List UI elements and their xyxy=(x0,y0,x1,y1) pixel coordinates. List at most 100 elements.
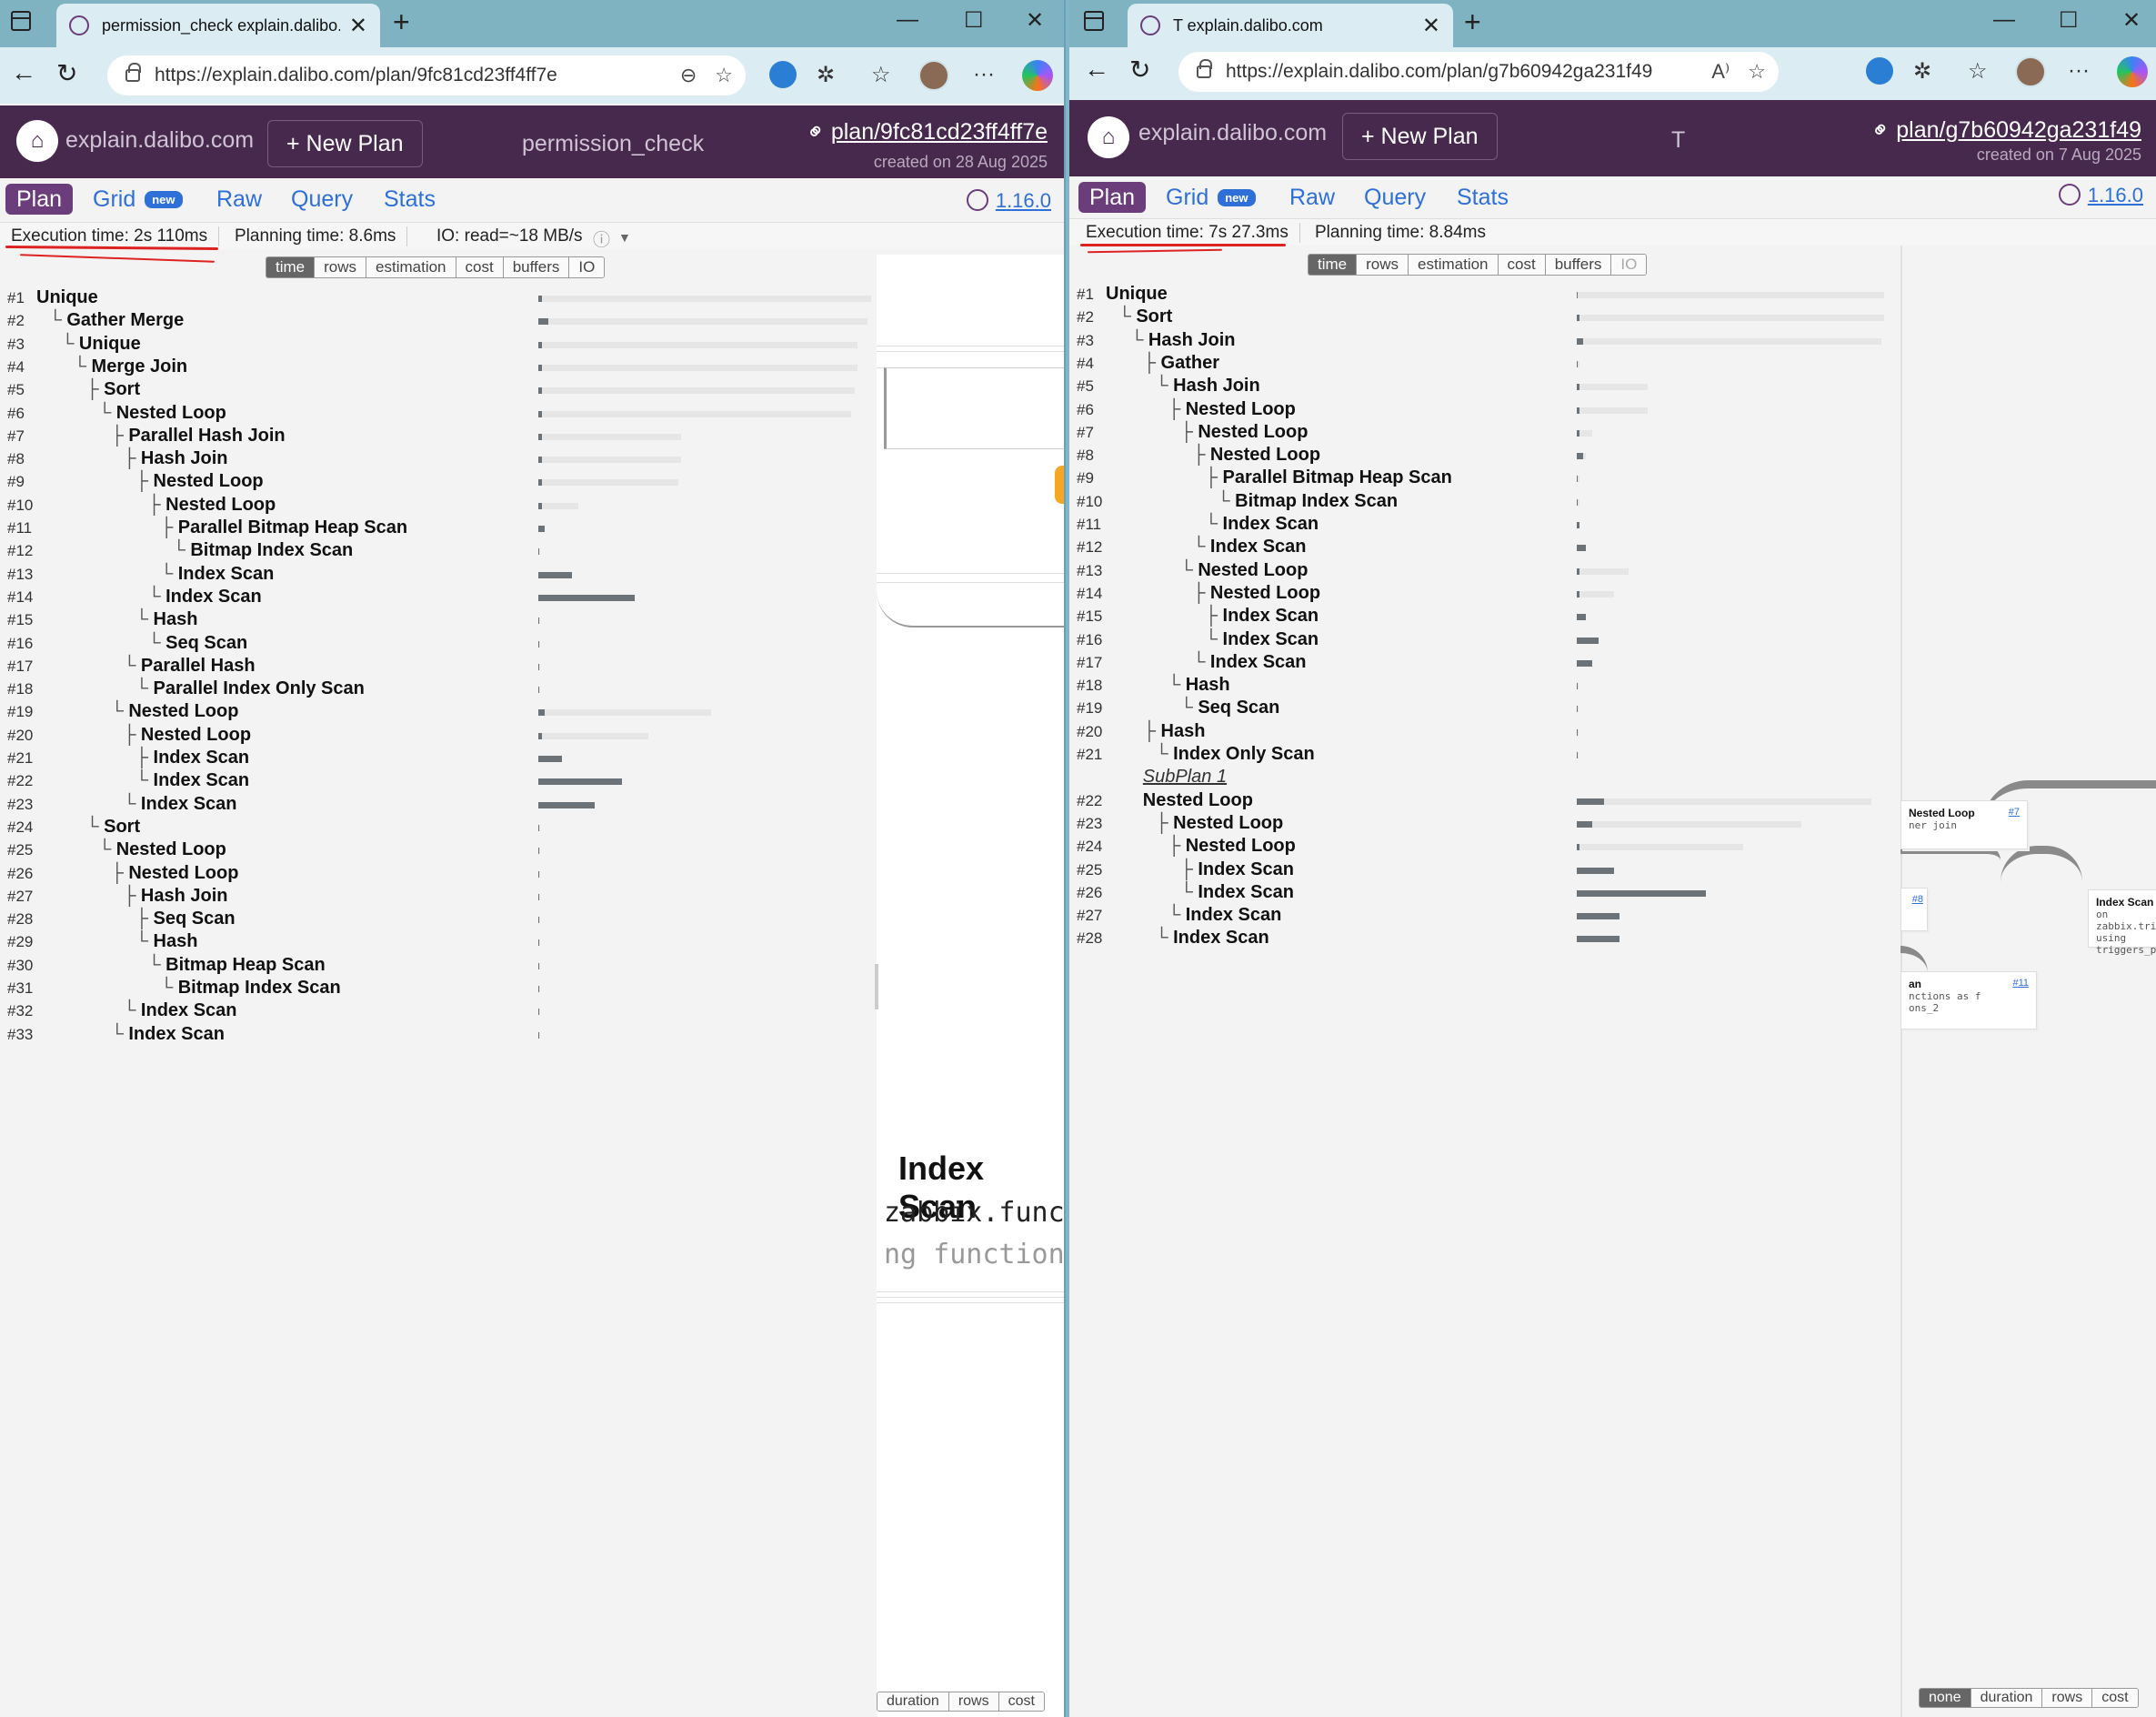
node-name[interactable]: └ Nested Loop xyxy=(111,701,239,722)
brand-name[interactable]: explain.dalibo.com xyxy=(65,127,254,154)
node-name[interactable]: ├ Nested Loop xyxy=(1168,836,1296,857)
node-name[interactable]: └ Seq Scan xyxy=(147,633,247,654)
plan-node-row[interactable]: #27 ├ Hash Join xyxy=(0,886,873,909)
tab-actions-icon[interactable] xyxy=(11,11,31,31)
plan-node-row[interactable]: #17 └ Index Scan xyxy=(1069,652,1888,675)
metric-button-cost[interactable]: cost xyxy=(456,257,504,277)
plan-node-row[interactable]: #9 ├ Nested Loop xyxy=(0,471,873,494)
plan-node-row[interactable]: #20 ├ Hash xyxy=(1069,721,1888,744)
node-name[interactable]: └ Index Only Scan xyxy=(1155,744,1314,765)
plan-node-row[interactable]: #28 ├ Seq Scan xyxy=(0,909,873,931)
node-name[interactable]: Nested Loop xyxy=(1143,790,1253,811)
browser-tab[interactable]: permission_check explain.dalibo.c ✕ xyxy=(56,4,380,47)
plan-node-row[interactable]: #28 └ Index Scan xyxy=(1069,928,1888,950)
plan-node-row[interactable]: #16 └ Index Scan xyxy=(1069,629,1888,652)
tab-grid[interactable]: Grid new xyxy=(1155,182,1267,213)
plan-node-row[interactable]: #27 └ Index Scan xyxy=(1069,905,1888,928)
plan-node-row[interactable]: #22 └ Index Scan xyxy=(0,770,873,793)
metric-button-time[interactable]: time xyxy=(266,257,316,277)
node-name[interactable]: Unique xyxy=(36,287,98,308)
node-name[interactable]: └ Hash Join xyxy=(1130,330,1235,351)
plan-node-row[interactable]: #3 └ Hash Join xyxy=(1069,330,1888,353)
tab-query[interactable]: Query xyxy=(280,184,364,215)
node-name[interactable]: └ Hash xyxy=(135,931,198,952)
node-name[interactable]: └ Index Scan xyxy=(160,564,274,585)
brand-name[interactable]: explain.dalibo.com xyxy=(1138,120,1327,146)
close-tab-icon[interactable]: ✕ xyxy=(349,13,367,39)
node-name[interactable]: └ Nested Loop xyxy=(98,839,226,860)
node-name[interactable]: └ Bitmap Index Scan xyxy=(173,540,354,561)
node-name[interactable]: └ Parallel Hash xyxy=(123,656,255,677)
node-name[interactable]: ├ Hash xyxy=(1143,721,1206,742)
node-name[interactable]: ├ Sort xyxy=(85,379,140,400)
favorite-star-icon[interactable]: ☆ xyxy=(1748,60,1766,84)
metric-button-duration[interactable]: duration xyxy=(1970,1689,2043,1707)
plan-node-row[interactable]: #7 ├ Nested Loop xyxy=(1069,422,1888,445)
diagram-node-nested-loop[interactable]: Nested Loop #7 ner join xyxy=(1900,800,2028,849)
dalibo-logo-icon[interactable]: ⌂ xyxy=(16,120,58,162)
diagram-node-scan[interactable]: an #11 nctions as f ons_2 xyxy=(1900,971,2037,1029)
maximize-icon[interactable]: ☐ xyxy=(964,7,984,34)
plan-node-row[interactable]: #20 ├ Nested Loop xyxy=(0,725,873,748)
plan-node-row[interactable]: #26 └ Index Scan xyxy=(1069,882,1888,905)
node-name[interactable]: └ Bitmap Index Scan xyxy=(160,978,341,999)
node-name[interactable]: └ Parallel Index Only Scan xyxy=(135,678,365,699)
profile-avatar[interactable] xyxy=(918,60,949,91)
tab-raw[interactable]: Raw xyxy=(206,184,273,215)
more-icon[interactable]: ⊖ xyxy=(680,64,697,87)
node-name[interactable]: ├ Nested Loop xyxy=(135,471,264,492)
metric-button-rows[interactable]: rows xyxy=(1357,255,1409,275)
node-name[interactable]: ├ Nested Loop xyxy=(1192,583,1320,604)
plan-node-row[interactable]: #4 ├ Gather xyxy=(1069,353,1888,376)
plan-node-row[interactable]: #2 └ Sort xyxy=(1069,306,1888,329)
favorite-star-icon[interactable]: ☆ xyxy=(715,64,733,87)
plan-node-row[interactable]: #19 └ Nested Loop xyxy=(0,701,873,724)
metric-button-cost[interactable]: cost xyxy=(998,1692,1044,1711)
plan-node-row[interactable]: #19 └ Seq Scan xyxy=(1069,698,1888,720)
plan-node-row[interactable]: #11 └ Index Scan xyxy=(1069,514,1888,537)
node-name[interactable]: ├ Seq Scan xyxy=(135,909,236,929)
metric-button-none[interactable]: none xyxy=(1920,1689,1971,1707)
metric-button-estimation[interactable]: estimation xyxy=(366,257,456,277)
plan-node-row[interactable]: #30 └ Bitmap Heap Scan xyxy=(0,955,873,978)
tab-stats[interactable]: Stats xyxy=(1446,182,1519,213)
node-name[interactable]: └ Hash xyxy=(135,609,198,630)
tab-grid[interactable]: Grid new xyxy=(82,184,194,215)
node-name[interactable]: └ Index Scan xyxy=(1180,882,1294,903)
node-name[interactable]: └ Unique xyxy=(61,334,141,355)
extensions-icon[interactable]: ✲ xyxy=(817,62,835,88)
plan-node-row[interactable]: #32 └ Index Scan xyxy=(0,1000,873,1023)
address-bar[interactable]: https://explain.dalibo.com/plan/g7b60942… xyxy=(1178,52,1779,92)
plan-node-row[interactable]: #5 ├ Sort xyxy=(0,379,873,402)
plan-node-row[interactable]: #8 ├ Nested Loop xyxy=(1069,445,1888,467)
plan-node-row[interactable]: #13 └ Nested Loop xyxy=(1069,560,1888,583)
metric-button-cost[interactable]: cost xyxy=(1498,255,1546,275)
node-name[interactable]: ├ Hash Join xyxy=(123,448,227,469)
reload-icon[interactable]: ↻ xyxy=(1129,55,1150,85)
plan-node-row[interactable]: #12 └ Bitmap Index Scan xyxy=(0,540,873,563)
plan-node-row[interactable]: SubPlan 1 xyxy=(1069,767,1888,789)
copilot-icon[interactable] xyxy=(2117,56,2148,87)
node-name[interactable]: ├ Parallel Bitmap Heap Scan xyxy=(160,517,407,538)
reload-icon[interactable]: ↻ xyxy=(56,58,77,88)
metric-button-IO[interactable]: IO xyxy=(1611,255,1647,275)
node-name[interactable]: └ Index Scan xyxy=(147,587,261,607)
tab-raw[interactable]: Raw xyxy=(1279,182,1346,213)
node-name[interactable]: └ Merge Join xyxy=(74,356,187,377)
node-name[interactable]: └ Bitmap Index Scan xyxy=(1217,491,1398,512)
version-link[interactable]: 1.16.0 xyxy=(966,189,1051,213)
metric-button-rows[interactable]: rows xyxy=(948,1692,999,1711)
node-name[interactable]: ├ Gather xyxy=(1143,353,1219,374)
plan-node-row[interactable]: #6 ├ Nested Loop xyxy=(1069,399,1888,422)
new-plan-button[interactable]: + New Plan xyxy=(1342,113,1498,160)
new-tab-icon[interactable]: + xyxy=(1464,5,1481,39)
tab-query[interactable]: Query xyxy=(1353,182,1437,213)
plan-node-row[interactable]: #6 └ Nested Loop xyxy=(0,403,873,426)
node-name[interactable]: └ Hash Join xyxy=(1155,376,1259,397)
node-name[interactable]: └ Index Scan xyxy=(1205,629,1319,650)
plan-link[interactable]: ⚭plan/g7b60942ga231f49 xyxy=(1865,115,2141,146)
node-name[interactable]: └ Index Scan xyxy=(123,1000,236,1021)
diagram-node-box[interactable] xyxy=(884,367,1064,449)
plan-node-row[interactable]: #24 ├ Nested Loop xyxy=(1069,836,1888,858)
plan-node-row[interactable]: #25 └ Nested Loop xyxy=(0,839,873,862)
